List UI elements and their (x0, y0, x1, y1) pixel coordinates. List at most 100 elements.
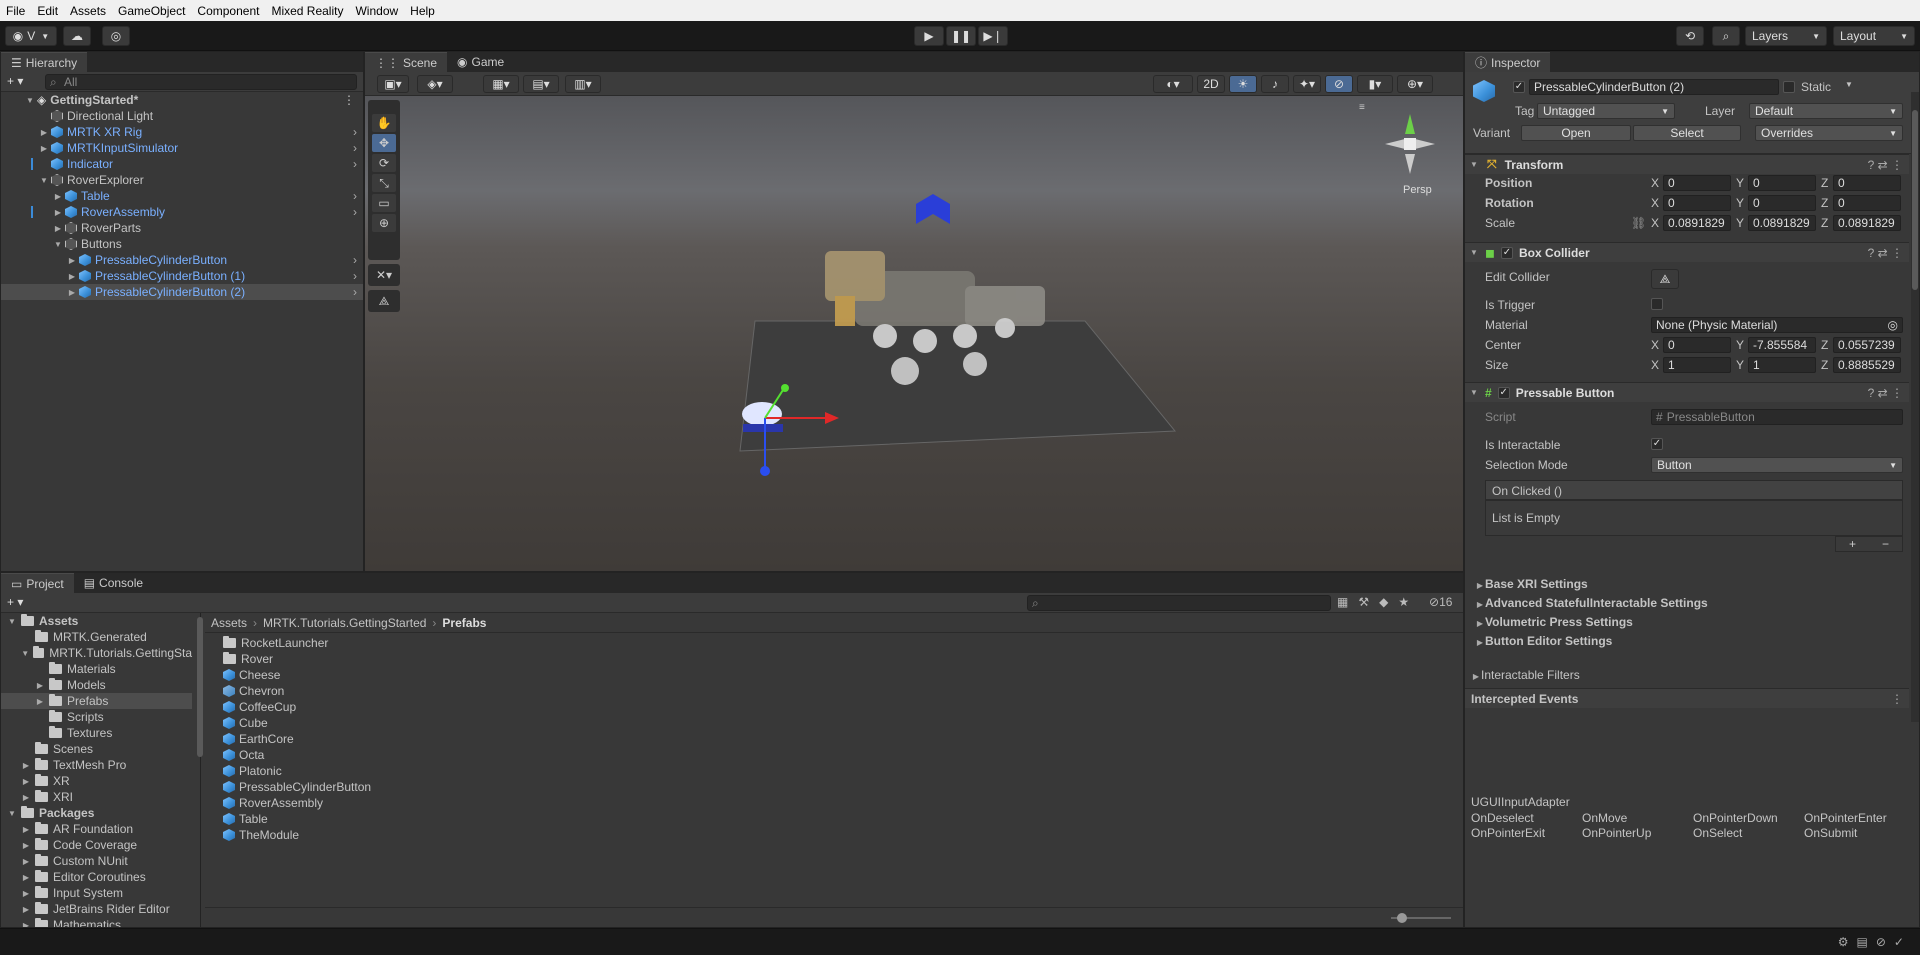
chevron-right-icon[interactable]: › (353, 253, 357, 267)
breadcrumb-tutorials[interactable]: MRTK.Tutorials.GettingStarted (263, 616, 426, 630)
expand-arrow-icon[interactable]: ▼ (53, 240, 63, 249)
breadcrumb-assets[interactable]: Assets (211, 616, 247, 630)
menu-edit[interactable]: Edit (31, 4, 64, 18)
grid-icon[interactable]: ▦▾ (483, 75, 519, 93)
hierarchy-item[interactable]: ▼ Buttons (1, 236, 363, 252)
project-file-item[interactable]: Octa (223, 747, 264, 763)
expand-arrow-icon[interactable]: ▶ (21, 905, 31, 914)
size-z-field[interactable]: 0.8885529 (1833, 357, 1901, 373)
foldout-section[interactable]: ▶ Volumetric Press Settings (1475, 615, 1633, 629)
zoom-slider-thumb[interactable] (1397, 913, 1407, 923)
expand-arrow-icon[interactable]: ▼ (25, 96, 35, 105)
project-file-item[interactable]: EarthCore (223, 731, 294, 747)
pressable-enabled-checkbox[interactable]: ✓ (1497, 386, 1510, 399)
hierarchy-search-input[interactable]: ⌕ All (45, 74, 357, 90)
position-x-field[interactable]: 0 (1663, 175, 1731, 191)
tab-inspector[interactable]: ⓘ Inspector (1465, 52, 1551, 72)
create-button[interactable]: + ▾ (7, 595, 23, 609)
project-tree-item[interactable]: Scripts (1, 709, 192, 725)
transform-header[interactable]: ▼ ⤧ Transform ? ⇄ ⋮ (1465, 154, 1909, 174)
position-z-field[interactable]: 0 (1833, 175, 1901, 191)
chevron-right-icon[interactable]: › (353, 141, 357, 155)
expand-arrow-icon[interactable]: ▶ (35, 697, 45, 706)
expand-arrow-icon[interactable]: ▶ (21, 761, 31, 770)
transform-tool-icon[interactable]: ⊕ (372, 214, 396, 232)
project-tree-item[interactable]: ▶ Code Coverage (1, 837, 192, 853)
expand-arrow-icon[interactable]: ▶ (39, 144, 49, 153)
project-file-item[interactable]: TheModule (223, 827, 299, 843)
project-tree-item[interactable]: ▼ Packages (1, 805, 192, 821)
object-name-input[interactable]: PressableCylinderButton (2) (1529, 79, 1779, 95)
expand-arrow-icon[interactable]: ▶ (53, 192, 63, 201)
project-file-item[interactable]: Platonic (223, 763, 282, 779)
expand-arrow-icon[interactable]: ▶ (35, 681, 45, 690)
tab-project[interactable]: ▭ Project (1, 573, 74, 593)
material-field[interactable]: None (Physic Material) ◎ (1651, 317, 1903, 333)
project-file-item[interactable]: CoffeeCup (223, 699, 296, 715)
scene-orientation-gizmo[interactable] (1375, 104, 1445, 194)
scene-menu-icon[interactable]: ⋮ (343, 93, 355, 107)
expand-arrow-icon[interactable]: ▶ (67, 256, 77, 265)
project-file-item[interactable]: PressableCylinderButton (223, 779, 371, 795)
expand-arrow-icon[interactable]: ▼ (7, 617, 17, 626)
size-x-field[interactable]: 1 (1663, 357, 1731, 373)
persp-label[interactable]: Persp (1403, 184, 1432, 196)
tab-game[interactable]: ◉ Game (447, 52, 514, 72)
expand-arrow-icon[interactable]: ▼ (7, 809, 17, 818)
project-tree-item[interactable]: ▶ Editor Coroutines (1, 869, 192, 885)
open-button[interactable]: Open (1521, 125, 1631, 141)
foldout-section[interactable]: ▶ Base XRI Settings (1475, 577, 1588, 591)
project-tree-item[interactable]: ▶ JetBrains Rider Editor (1, 901, 192, 917)
hierarchy-item[interactable]: Indicator › (1, 156, 363, 172)
scene-menu-icon[interactable]: ≡ (1359, 102, 1365, 113)
project-tree-item[interactable]: ▶ XR (1, 773, 192, 789)
step-button[interactable]: ▶❘ (978, 26, 1008, 46)
component-menu-icons[interactable]: ? ⇄ ⋮ (1868, 386, 1903, 400)
hierarchy-item[interactable]: ▶ RoverAssembly › (1, 204, 363, 220)
project-tree-item[interactable]: Textures (1, 725, 192, 741)
menu-help[interactable]: Help (404, 4, 441, 18)
menu-window[interactable]: Window (349, 4, 404, 18)
effects-icon[interactable]: ✦▾ (1293, 75, 1321, 93)
visibility-icon[interactable]: ⊘ (1325, 75, 1353, 93)
static-dropdown-icon[interactable]: ▼ (1845, 80, 1853, 89)
expand-arrow-icon[interactable]: ▼ (21, 649, 29, 658)
project-filter-icons[interactable]: ▦⚒◆★ (1337, 595, 1419, 609)
rotation-x-field[interactable]: 0 (1663, 195, 1731, 211)
hierarchy-item[interactable]: Directional Light (1, 108, 363, 124)
menu-mixed-reality[interactable]: Mixed Reality (265, 4, 349, 18)
menu-assets[interactable]: Assets (64, 4, 112, 18)
box-collider-enabled-checkbox[interactable]: ✓ (1500, 246, 1513, 259)
gizmo-orient-icon[interactable]: ◐▾ (1153, 75, 1193, 93)
shading-icon[interactable]: ◈▾ (417, 75, 453, 93)
scene-viewport[interactable]: ✋ ✥ ⟳ ⤡ ▭ ⊕ ✕▾ ⟁ Persp ≡ (365, 96, 1463, 571)
chevron-right-icon[interactable]: › (353, 189, 357, 203)
tag-dropdown[interactable]: Untagged ▼ (1537, 103, 1675, 119)
project-tree-item[interactable]: ▶ Prefabs (1, 693, 192, 709)
tab-console[interactable]: ▤ Console (74, 573, 153, 593)
layout-dropdown[interactable]: Layout ▼ (1833, 26, 1915, 46)
scale-tool-icon[interactable]: ⤡ (372, 174, 396, 192)
project-tree-item[interactable]: Scenes (1, 741, 192, 757)
project-file-item[interactable]: Cube (223, 715, 268, 731)
camera-icon[interactable]: ▮▾ (1357, 75, 1393, 93)
layer-dropdown[interactable]: Default ▼ (1749, 103, 1903, 119)
project-tree-item[interactable]: ▶ Input System (1, 885, 192, 901)
expand-arrow-icon[interactable]: ▶ (21, 825, 31, 834)
lighting-icon[interactable]: ☀ (1229, 75, 1257, 93)
project-file-item[interactable]: RocketLauncher (223, 635, 328, 651)
gizmos-icon[interactable]: ⊕▾ (1397, 75, 1433, 93)
rotation-z-field[interactable]: 0 (1833, 195, 1901, 211)
history-icon[interactable]: ⟲ (1676, 26, 1704, 46)
center-x-field[interactable]: 0 (1663, 337, 1731, 353)
constrain-scale-icon[interactable]: ⛓ (1631, 216, 1646, 230)
layers-dropdown[interactable]: Layers ▼ (1745, 26, 1827, 46)
scale-y-field[interactable]: 0.0891829 (1748, 215, 1816, 231)
hierarchy-item[interactable]: ▼ RoverExplorer (1, 172, 363, 188)
scale-x-field[interactable]: 0.0891829 (1663, 215, 1731, 231)
edit-collider-button[interactable]: ⟁ (1651, 269, 1679, 289)
position-y-field[interactable]: 0 (1748, 175, 1816, 191)
search-icon[interactable]: ⌕ (1712, 26, 1740, 46)
expand-arrow-icon[interactable]: ▶ (21, 889, 31, 898)
box-collider-header[interactable]: ▼ ◼ ✓ Box Collider ? ⇄ ⋮ (1465, 242, 1909, 262)
